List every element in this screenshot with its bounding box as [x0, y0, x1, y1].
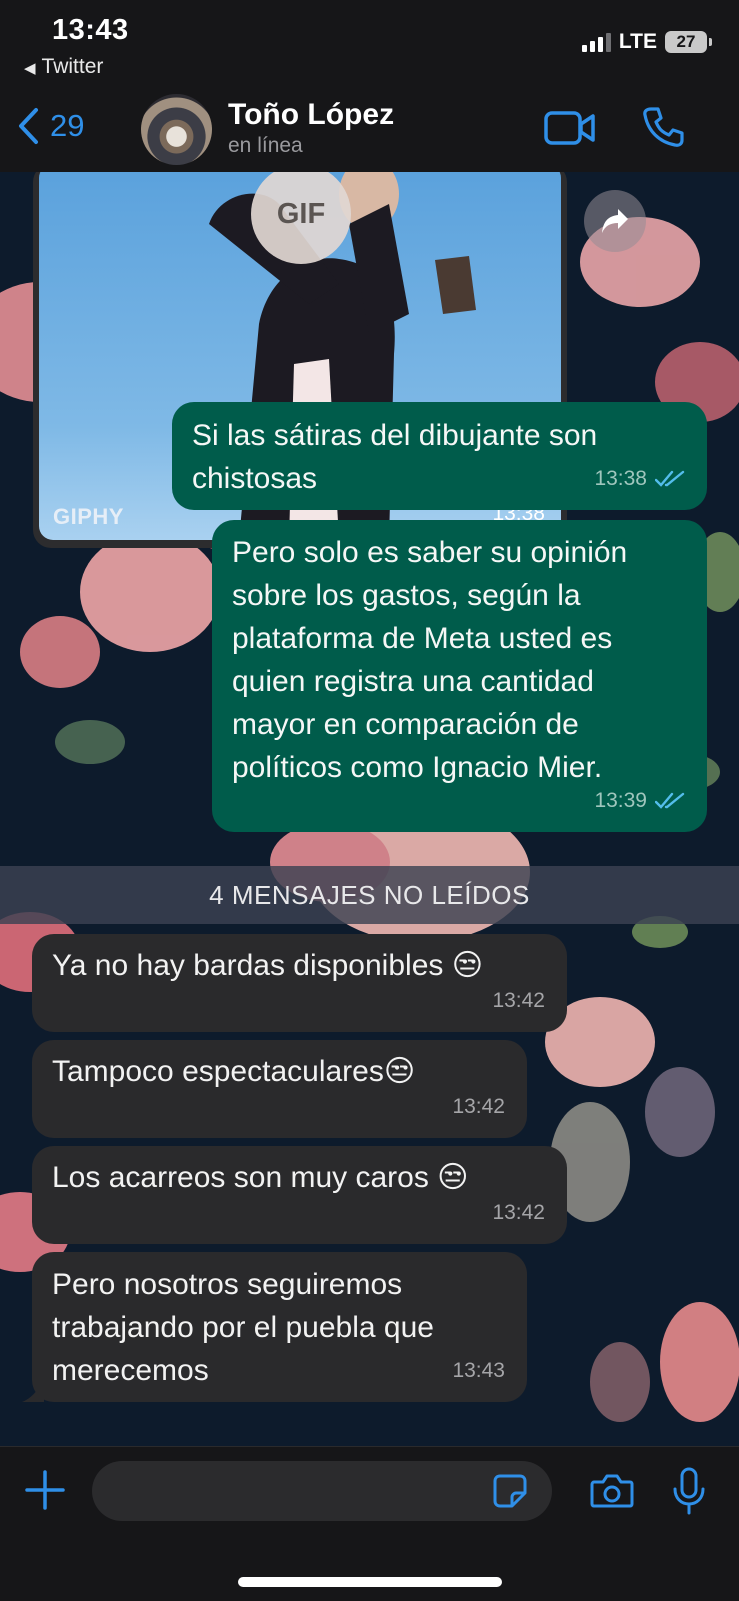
message-composer — [0, 1446, 739, 1601]
message-bubble-incoming[interactable]: Tampoco espectaculares😒 13:42 — [32, 1040, 527, 1138]
message-meta: 13:38 — [594, 457, 685, 500]
voice-note-button[interactable] — [672, 1467, 706, 1520]
message-input[interactable] — [92, 1461, 552, 1521]
message-bubble-incoming[interactable]: Los acarreos son muy caros 😒 13:42 — [32, 1146, 567, 1244]
message-time: 13:38 — [594, 467, 647, 490]
return-to-app-link[interactable]: ◀ Twitter — [24, 55, 103, 79]
phone-icon — [643, 107, 684, 147]
message-text: Pero nosotros seguiremos trabajando por … — [52, 1268, 434, 1387]
camera-icon — [590, 1474, 634, 1508]
unread-chats-count: 29 — [50, 108, 85, 143]
double-check-read-icon — [655, 470, 685, 487]
contact-name[interactable]: Toño López — [228, 98, 394, 132]
bubble-tail — [22, 1380, 44, 1402]
forward-arrow-icon — [602, 209, 628, 233]
sticker-icon — [493, 1474, 527, 1508]
message-time: 13:39 — [594, 789, 647, 812]
message-time: 13:43 — [452, 1359, 505, 1382]
message-time: 13:42 — [492, 1201, 545, 1224]
message-time: 13:42 — [492, 989, 545, 1012]
chevron-left-icon — [19, 108, 38, 144]
message-meta: 13:39 — [594, 779, 685, 822]
forward-button[interactable] — [584, 190, 646, 252]
message-meta: 13:42 — [452, 1085, 505, 1128]
back-triangle-icon: ◀ — [24, 60, 36, 77]
voice-call-button[interactable] — [642, 106, 684, 153]
status-indicators: LTE 27 — [581, 30, 712, 54]
sticker-button[interactable] — [492, 1473, 528, 1514]
back-button[interactable]: 29 — [16, 106, 84, 146]
video-call-button[interactable] — [544, 110, 596, 151]
status-time: 13:43 — [52, 14, 129, 46]
contact-avatar[interactable] — [141, 94, 212, 165]
home-indicator — [238, 1577, 502, 1587]
message-text: Ya no hay bardas disponibles 😒 — [52, 949, 483, 982]
message-bubble-outgoing[interactable]: Si las sátiras del dibujante son chistos… — [172, 402, 707, 510]
video-camera-icon — [544, 111, 595, 145]
message-meta: 13:42 — [492, 979, 545, 1022]
message-time: 13:42 — [452, 1095, 505, 1118]
message-meta: 13:42 — [492, 1191, 545, 1234]
message-text: Los acarreos son muy caros 😒 — [52, 1161, 469, 1194]
double-check-read-icon — [655, 792, 685, 809]
return-app-label: Twitter — [41, 55, 104, 78]
giphy-attribution: GIPHY — [53, 504, 124, 529]
battery-level: 27 — [676, 32, 696, 51]
chat-area[interactable]: GIF GIPHY 13:38 Si las sátiras del dibuj… — [0, 172, 739, 1446]
attach-button[interactable] — [24, 1469, 66, 1516]
contact-status: en línea — [228, 134, 303, 157]
camera-button[interactable] — [590, 1473, 634, 1514]
signal-strength-icon — [581, 32, 611, 52]
unread-messages-banner: 4 MENSAJES NO LEÍDOS — [0, 866, 739, 924]
status-bar: 13:43 ◀ Twitter LTE 27 — [0, 0, 739, 88]
plus-icon — [25, 1470, 65, 1510]
message-bubble-incoming[interactable]: Ya no hay bardas disponibles 😒 13:42 — [32, 934, 567, 1032]
network-type: LTE — [618, 30, 657, 53]
message-text: Tampoco espectaculares😒 — [52, 1055, 416, 1088]
message-bubble-outgoing[interactable]: Pero solo es saber su opinión sobre los … — [212, 520, 707, 832]
message-text: Pero solo es saber su opinión sobre los … — [232, 536, 628, 784]
battery-icon: 27 — [665, 31, 712, 53]
message-bubble-incoming[interactable]: Pero nosotros seguiremos trabajando por … — [22, 1252, 527, 1402]
chat-header: 29 Toño López en línea — [0, 88, 739, 173]
message-meta: 13:43 — [452, 1349, 505, 1392]
microphone-icon — [673, 1467, 705, 1515]
